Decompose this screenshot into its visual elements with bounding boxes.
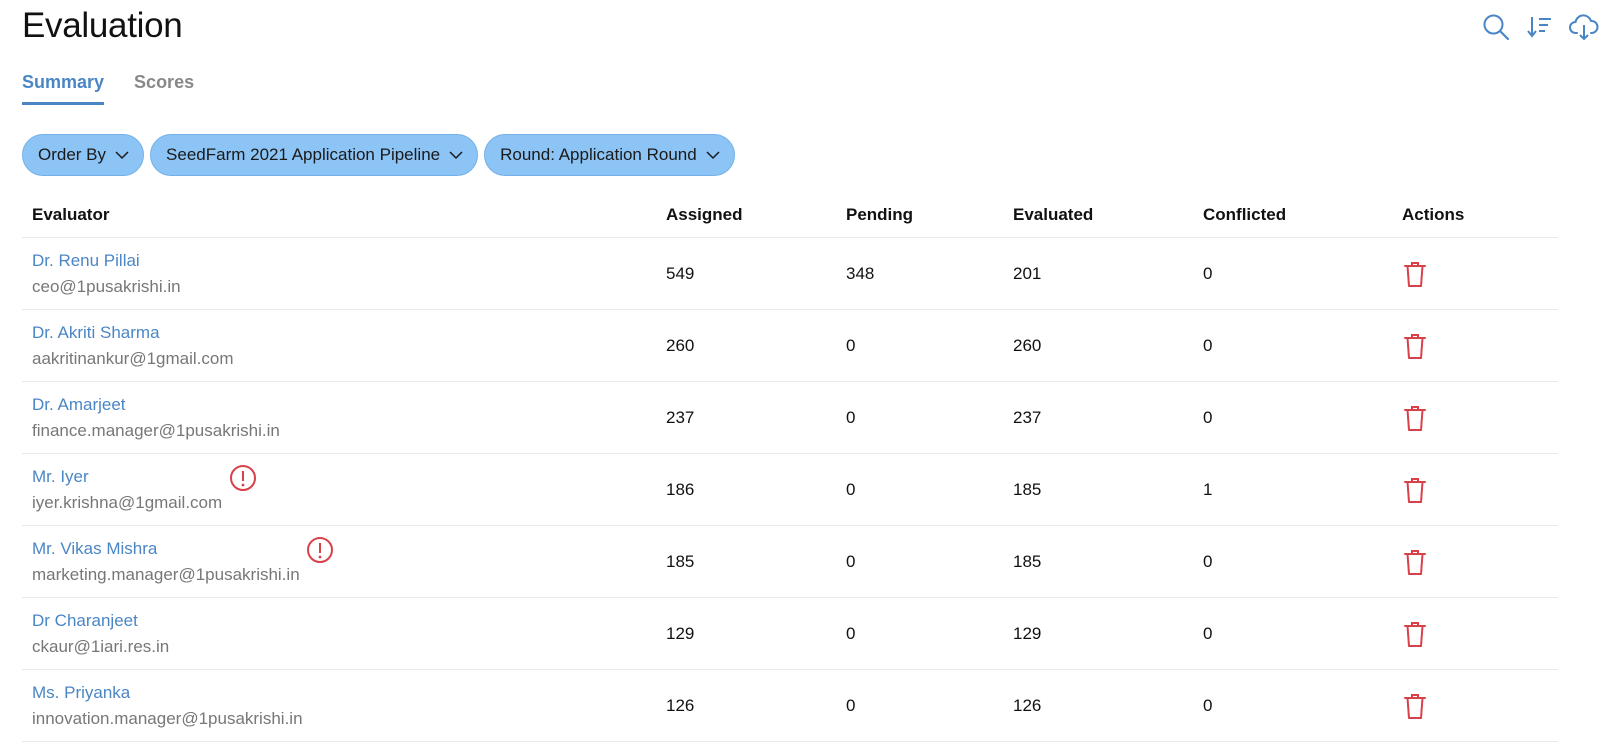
evaluator-cell: Mr. Vikas Mishra marketing.manager@1pusak…: [22, 526, 666, 597]
table-row: Dr. Renu Pillai ceo@1pusakrishi.in 549 348 2…: [22, 238, 1558, 310]
table-row: Mr. Vikas Mishra marketing.manager@1pusak…: [22, 526, 1558, 598]
actions-cell: [1402, 692, 1558, 720]
table-row: Mr. Iyer iyer.krishna@1gmail.com 186 0 185 1: [22, 454, 1558, 526]
filter-bar: Order By SeedFarm 2021 Application Pipel…: [22, 134, 735, 176]
column-header-assigned: Assigned: [666, 205, 743, 224]
evaluated-cell: 201: [1013, 263, 1042, 283]
pending-cell: 0: [846, 695, 856, 715]
actions-cell: [1402, 476, 1558, 504]
cloud-download-icon[interactable]: [1569, 12, 1599, 42]
tab-bar: Summary Scores: [22, 72, 194, 105]
conflicted-cell: 0: [1203, 407, 1213, 427]
conflicted-cell: 0: [1203, 335, 1213, 355]
actions-cell: [1402, 548, 1558, 576]
actions-cell: [1402, 620, 1558, 648]
evaluator-name-link[interactable]: Dr. Renu Pillai: [32, 251, 140, 271]
table-row: Dr. Amarjeet finance.manager@1pusakrishi.…: [22, 382, 1558, 454]
sort-icon[interactable]: [1525, 12, 1555, 42]
alert-icon[interactable]: [306, 536, 334, 564]
evaluator-cell: Dr Charanjeet ckaur@1iari.res.in: [22, 598, 666, 669]
evaluator-email: marketing.manager@1pusakrishi.in: [32, 565, 300, 584]
assigned-cell: 549: [666, 263, 695, 283]
column-header-evaluator: Evaluator: [32, 205, 110, 224]
header-toolbar: [1481, 12, 1599, 42]
tab-summary[interactable]: Summary: [22, 72, 105, 105]
column-header-conflicted: Conflicted: [1203, 205, 1287, 224]
evaluator-cell: Dr. Akriti Sharma aakritinankur@1gmail.co…: [22, 310, 666, 381]
evaluator-table: Evaluator Assigned Pending Evaluated Con…: [22, 193, 1558, 742]
evaluator-name-link[interactable]: Dr. Amarjeet: [32, 395, 126, 415]
column-header-actions: Actions: [1402, 205, 1465, 224]
trash-icon[interactable]: [1403, 548, 1429, 576]
pending-cell: 0: [846, 407, 856, 427]
conflicted-cell: 0: [1203, 263, 1213, 283]
table-row: Dr. Akriti Sharma aakritinankur@1gmail.co…: [22, 310, 1558, 382]
evaluator-name-link[interactable]: Ms. Priyanka: [32, 683, 130, 703]
evaluated-cell: 129: [1013, 623, 1042, 643]
trash-icon[interactable]: [1403, 476, 1429, 504]
actions-cell: [1402, 260, 1558, 288]
assigned-cell: 126: [666, 695, 695, 715]
assigned-cell: 129: [666, 623, 695, 643]
chevron-down-icon: [706, 150, 720, 159]
order-by-dropdown[interactable]: Order By: [22, 134, 145, 176]
evaluated-cell: 260: [1013, 335, 1042, 355]
chevron-down-icon: [115, 150, 129, 159]
evaluator-email: ckaur@1iari.res.in: [32, 637, 170, 656]
evaluator-name-link[interactable]: Mr. Iyer: [32, 467, 89, 487]
round-dropdown[interactable]: Round: Application Round: [484, 134, 735, 176]
table-row: Dr Charanjeet ckaur@1iari.res.in 129 0 129 0: [22, 598, 1558, 670]
evaluated-cell: 185: [1013, 479, 1042, 499]
pending-cell: 0: [846, 479, 856, 499]
pipeline-dropdown[interactable]: SeedFarm 2021 Application Pipeline: [150, 134, 479, 176]
assigned-cell: 237: [666, 407, 695, 427]
evaluated-cell: 185: [1013, 551, 1042, 571]
order-by-label: Order By: [38, 145, 107, 164]
conflicted-cell: 1: [1203, 479, 1213, 499]
alert-icon[interactable]: [229, 464, 257, 492]
actions-cell: [1402, 332, 1558, 360]
chevron-down-icon: [449, 150, 463, 159]
pending-cell: 348: [846, 263, 875, 283]
evaluator-cell: Mr. Iyer iyer.krishna@1gmail.com: [22, 454, 666, 525]
column-header-evaluated: Evaluated: [1013, 205, 1094, 224]
evaluator-email: innovation.manager@1pusakrishi.in: [32, 709, 303, 728]
pending-cell: 0: [846, 623, 856, 643]
trash-icon[interactable]: [1403, 260, 1429, 288]
page-title: Evaluation: [22, 6, 183, 45]
tab-scores[interactable]: Scores: [134, 72, 194, 105]
conflicted-cell: 0: [1203, 623, 1213, 643]
table-header-row: Evaluator Assigned Pending Evaluated Con…: [22, 193, 1558, 238]
assigned-cell: 186: [666, 479, 695, 499]
evaluator-name-link[interactable]: Dr. Akriti Sharma: [32, 323, 160, 343]
evaluator-cell: Dr. Amarjeet finance.manager@1pusakrishi.…: [22, 382, 666, 453]
evaluator-email: finance.manager@1pusakrishi.in: [32, 421, 280, 440]
evaluator-email: ceo@1pusakrishi.in: [32, 277, 181, 296]
evaluator-name-link[interactable]: Mr. Vikas Mishra: [32, 539, 157, 559]
evaluator-cell: Ms. Priyanka innovation.manager@1pusakris…: [22, 670, 666, 741]
evaluator-email: iyer.krishna@1gmail.com: [32, 493, 223, 512]
assigned-cell: 260: [666, 335, 695, 355]
round-label: Round: Application Round: [500, 145, 697, 164]
pipeline-label: SeedFarm 2021 Application Pipeline: [166, 145, 441, 164]
evaluated-cell: 237: [1013, 407, 1042, 427]
table-body: Dr. Renu Pillai ceo@1pusakrishi.in 549 348 2…: [22, 238, 1558, 742]
evaluator-email: aakritinankur@1gmail.com: [32, 349, 234, 368]
assigned-cell: 185: [666, 551, 695, 571]
actions-cell: [1402, 404, 1558, 432]
trash-icon[interactable]: [1403, 332, 1429, 360]
conflicted-cell: 0: [1203, 551, 1213, 571]
trash-icon[interactable]: [1403, 620, 1429, 648]
search-icon[interactable]: [1481, 12, 1511, 42]
evaluator-cell: Dr. Renu Pillai ceo@1pusakrishi.in: [22, 238, 666, 309]
table-row: Ms. Priyanka innovation.manager@1pusakris…: [22, 670, 1558, 742]
pending-cell: 0: [846, 335, 856, 355]
evaluator-name-link[interactable]: Dr Charanjeet: [32, 611, 138, 631]
trash-icon[interactable]: [1403, 404, 1429, 432]
pending-cell: 0: [846, 551, 856, 571]
evaluated-cell: 126: [1013, 695, 1042, 715]
column-header-pending: Pending: [846, 205, 914, 224]
conflicted-cell: 0: [1203, 695, 1213, 715]
trash-icon[interactable]: [1403, 692, 1429, 720]
